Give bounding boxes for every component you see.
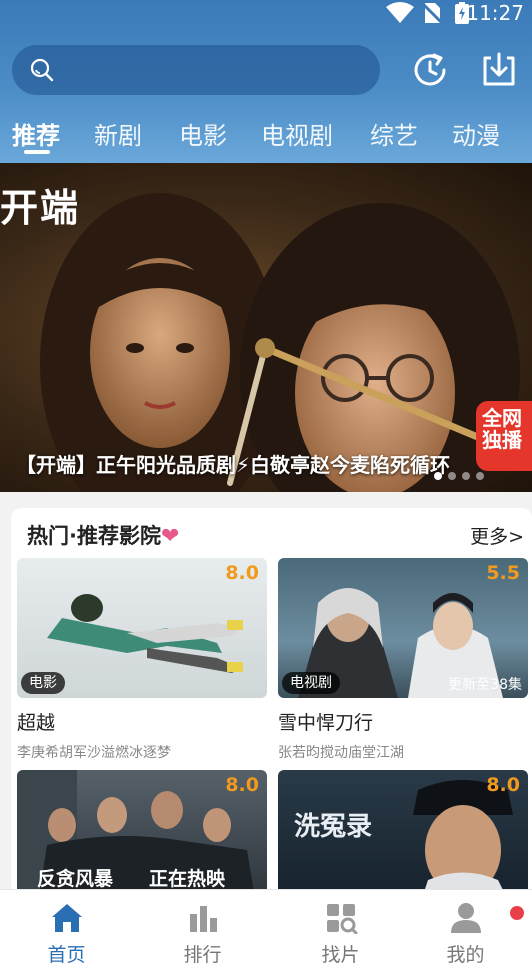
tab-recommend[interactable]: 推荐 — [12, 116, 60, 151]
carousel-dot — [476, 472, 484, 480]
chart-icon — [189, 906, 217, 932]
rating-score: 8.0 — [486, 774, 520, 796]
nav-label: 首页 — [47, 944, 86, 966]
movie-title[interactable]: 超越 — [17, 708, 55, 735]
tab-variety[interactable]: 综艺 — [370, 116, 418, 151]
more-link[interactable]: 更多> — [470, 522, 524, 549]
search-input[interactable] — [12, 45, 380, 95]
home-icon — [51, 904, 82, 932]
active-tab-indicator — [24, 150, 50, 154]
movie-poster[interactable]: 8.0 电影 — [17, 558, 267, 698]
movie-subtitle: 李庚希胡军沙溢燃冰逐梦 — [17, 745, 171, 761]
nav-profile[interactable]: 我的 — [399, 890, 532, 968]
carousel-dot — [462, 472, 470, 480]
movie-poster[interactable]: 5.5 电视剧 更新至38集 — [278, 558, 528, 698]
poster-banner-text: 正在热映 — [149, 868, 226, 890]
banner-carousel[interactable]: 开端 全网独播 【开端】正午阳光品质剧⚡白敬亭赵今麦陷死循环 — [0, 163, 532, 492]
download-icon[interactable] — [479, 50, 519, 90]
episode-update: 更新至38集 — [448, 677, 522, 693]
tab-anime[interactable]: 动漫 — [452, 116, 500, 151]
hot-recommend-section: 热门·推荐影院❤ 更多> 8.0 电影 超越 李庚希胡军沙溢燃冰逐梦 5.5 电… — [11, 508, 532, 910]
nav-find[interactable]: 找片 — [274, 890, 407, 968]
tab-tv-series[interactable]: 电视剧 — [261, 116, 333, 151]
carousel-dot — [434, 472, 442, 480]
find-icon — [326, 904, 357, 934]
rating-score: 8.0 — [225, 774, 259, 796]
carousel-dot — [448, 472, 456, 480]
poster-title-text: 反贪风暴 — [37, 868, 114, 890]
tab-new-series[interactable]: 新剧 — [94, 116, 142, 151]
rating-score: 8.0 — [225, 562, 259, 584]
type-tag: 电视剧 — [282, 672, 340, 694]
wifi-icon — [386, 2, 414, 23]
nav-ranking[interactable]: 排行 — [136, 890, 269, 968]
movie-title[interactable]: 雪中悍刀行 — [278, 708, 373, 735]
nav-label: 找片 — [321, 944, 360, 966]
status-time: 11:27 — [466, 1, 524, 25]
movie-subtitle: 张若昀搅动庙堂江湖 — [278, 745, 404, 761]
rating-score: 5.5 — [486, 562, 520, 584]
header: 11:27 推荐 新剧 电影 电视剧 综艺 动漫 — [0, 0, 532, 163]
bottom-navigation: 首页 排行 找片 我的 — [0, 889, 532, 968]
carousel-indicator — [434, 465, 490, 484]
exclusive-badge: 全网独播 — [476, 401, 532, 471]
status-bar: 11:27 — [0, 0, 532, 26]
notification-dot — [510, 906, 524, 920]
section-title-text: 热门·推荐影院 — [27, 524, 161, 548]
tab-movie[interactable]: 电影 — [179, 116, 227, 151]
search-icon — [30, 58, 54, 82]
type-tag: 电影 — [21, 672, 65, 694]
nav-label: 我的 — [446, 944, 485, 966]
no-sim-icon — [421, 2, 443, 24]
history-icon[interactable] — [410, 50, 450, 90]
poster-title-text: 洗冤录 — [294, 812, 373, 842]
banner-logo: 开端 — [0, 186, 81, 230]
category-tabs: 推荐 新剧 电影 电视剧 综艺 动漫 — [0, 108, 532, 158]
nav-label: 排行 — [183, 944, 222, 966]
heart-icon: ❤ — [160, 524, 180, 549]
section-title: 热门·推荐影院❤ — [27, 520, 179, 550]
nav-home[interactable]: 首页 — [0, 890, 133, 968]
user-icon — [450, 903, 481, 933]
banner-caption: 【开端】正午阳光品质剧⚡白敬亭赵今麦陷死循环 — [16, 453, 451, 477]
